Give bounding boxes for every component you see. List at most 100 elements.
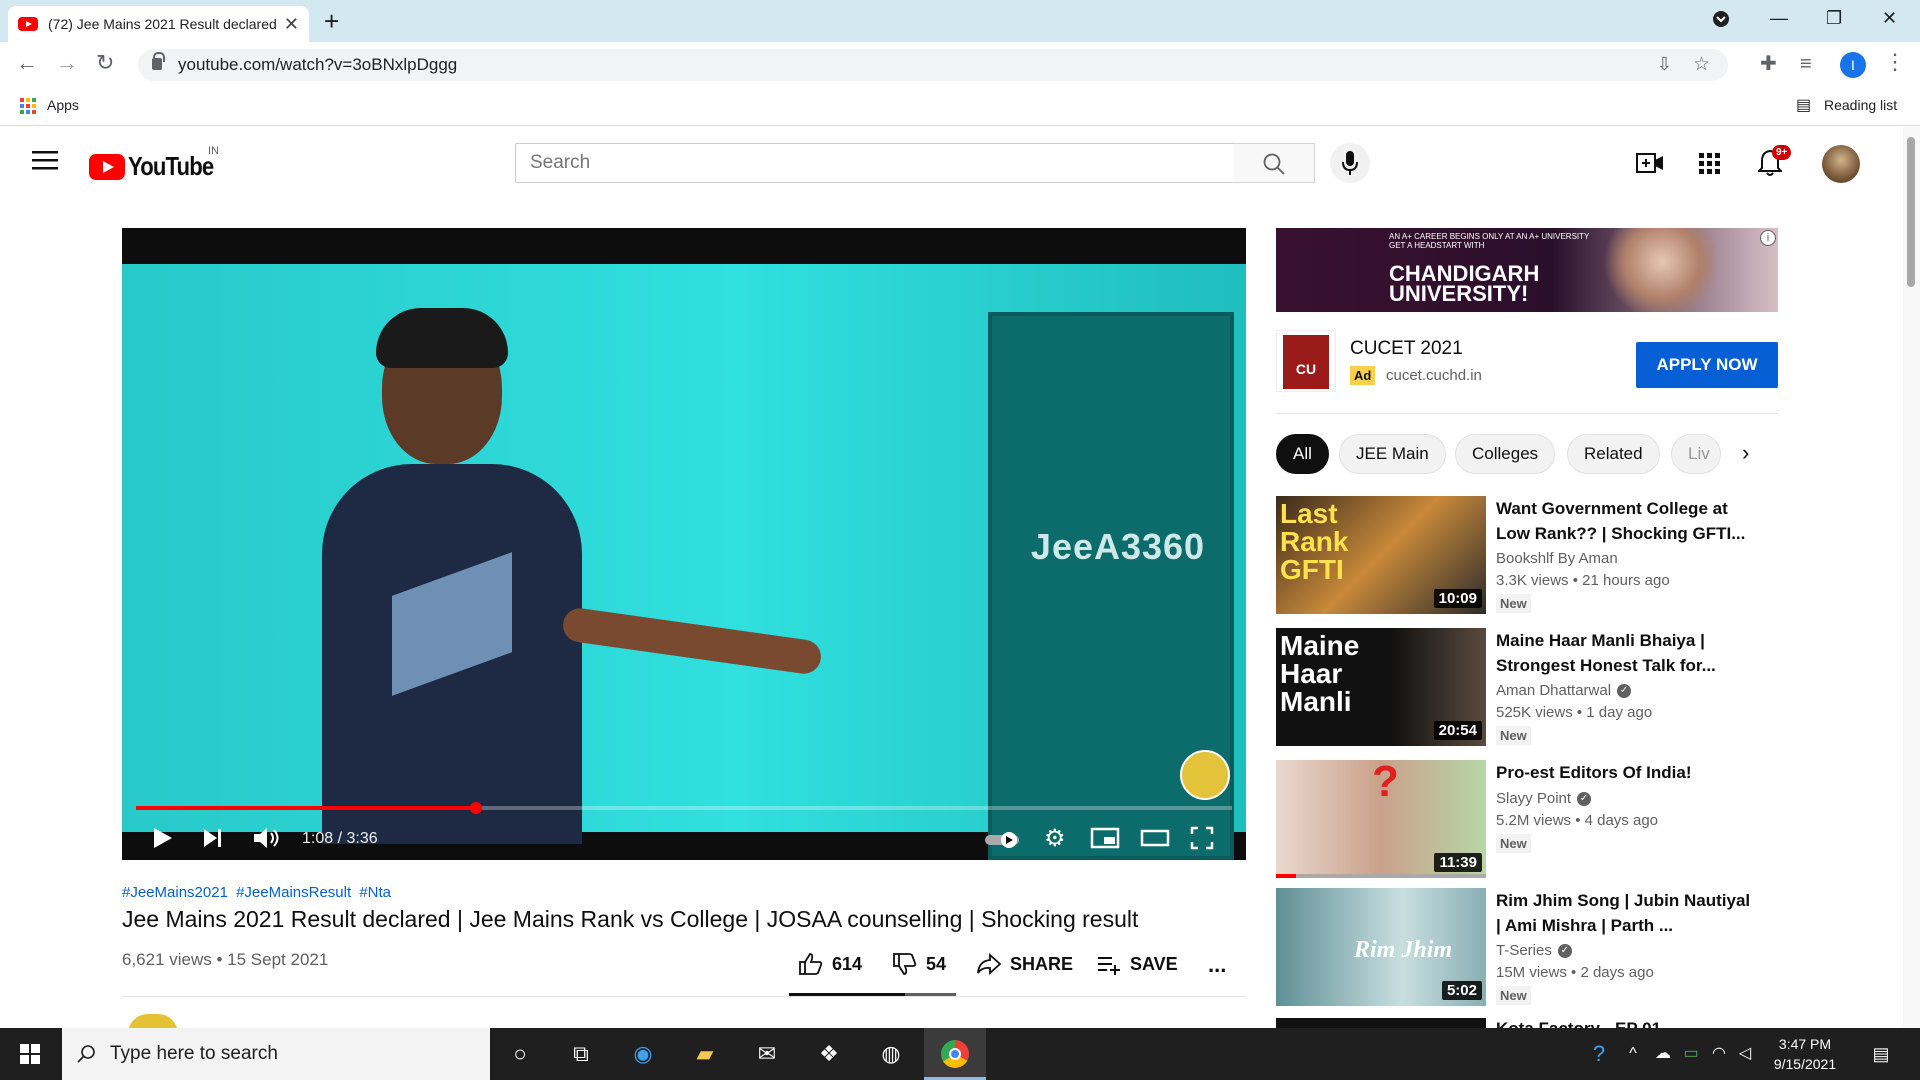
next-icon[interactable] xyxy=(202,826,224,856)
chip-all[interactable]: All xyxy=(1276,434,1329,474)
back-arrow-icon[interactable]: ← xyxy=(16,52,38,74)
hamburger-menu-icon[interactable] xyxy=(32,149,58,176)
chrome-taskbar-button[interactable] xyxy=(924,1028,986,1080)
tab-search-icon[interactable] xyxy=(1712,10,1730,33)
recommended-title[interactable]: Maine Haar Manli Bhaiya | Strongest Hone… xyxy=(1496,628,1756,678)
scrollbar-thumb[interactable] xyxy=(1907,137,1915,287)
hashtag-link[interactable]: #JeeMainsResult xyxy=(236,884,351,901)
ad-banner[interactable]: AN A+ CAREER BEGINS ONLY AT AN A+ UNIVER… xyxy=(1276,228,1778,312)
user-avatar[interactable] xyxy=(1822,145,1860,183)
advertiser-logo[interactable]: CU xyxy=(1276,330,1336,392)
apply-now-button[interactable]: APPLY NOW xyxy=(1636,342,1778,388)
recommended-title[interactable]: Kota Factory - EP 01 xyxy=(1496,1018,1756,1028)
recommended-video[interactable]: Maine Haar Manli 20:54 Maine Haar Manli … xyxy=(1276,628,1778,752)
video-thumbnail[interactable]: Last Rank GFTI 10:09 xyxy=(1276,496,1486,614)
share-button[interactable]: SHARE xyxy=(976,952,1073,976)
cortana-icon[interactable]: ○ xyxy=(505,1040,535,1068)
app-icon[interactable]: ◍ xyxy=(876,1040,906,1068)
search-button[interactable] xyxy=(1234,143,1315,183)
channel-watermark[interactable] xyxy=(1180,750,1230,800)
miniplayer-icon[interactable] xyxy=(1090,826,1120,856)
channel-name[interactable]: Bookshlf By Aman xyxy=(1496,550,1618,567)
recommended-title[interactable]: Want Government College at Low Rank?? | … xyxy=(1496,496,1756,546)
recommended-title[interactable]: Rim Jhim Song | Jubin Nautiyal | Ami Mis… xyxy=(1496,888,1756,938)
new-tab-button[interactable]: + xyxy=(324,8,339,34)
play-icon[interactable] xyxy=(152,826,174,856)
maximize-icon[interactable]: ❐ xyxy=(1826,8,1842,29)
reading-list-label[interactable]: Reading list xyxy=(1824,97,1897,113)
system-clock[interactable]: 3:47 PM 9/15/2021 xyxy=(1760,1034,1850,1074)
save-button[interactable]: SAVE xyxy=(1096,952,1178,976)
ad-info-icon[interactable]: i xyxy=(1760,230,1776,246)
recommended-video[interactable]: Kota Factory - EP 01 xyxy=(1276,1018,1778,1028)
close-window-icon[interactable]: ✕ xyxy=(1882,8,1897,29)
recommended-video[interactable]: Rim Jhim 5:02 Rim Jhim Song | Jubin Naut… xyxy=(1276,888,1778,1012)
video-thumbnail[interactable]: ? 11:39 xyxy=(1276,760,1486,878)
recommended-title[interactable]: Pro-est Editors Of India! xyxy=(1496,760,1756,785)
hashtag-link[interactable]: #Nta xyxy=(359,884,391,901)
speaker-icon[interactable]: ◁ xyxy=(1730,1040,1760,1068)
chip-colleges[interactable]: Colleges xyxy=(1455,434,1556,474)
onedrive-icon[interactable]: ☁ xyxy=(1648,1040,1678,1068)
channel-name[interactable]: Slayy Point ✓ xyxy=(1496,790,1592,807)
create-video-icon[interactable] xyxy=(1636,151,1664,180)
theater-mode-icon[interactable] xyxy=(1140,826,1170,856)
apps-link[interactable]: Apps xyxy=(47,97,79,113)
ad-title[interactable]: CUCET 2021 xyxy=(1350,338,1463,360)
browser-tab[interactable]: (72) Jee Mains 2021 Result declared | Je… xyxy=(8,6,309,42)
video-player[interactable]: JeeA3360 1:08 / 3:36 ⚙ xyxy=(122,228,1246,860)
windows-start-icon[interactable] xyxy=(20,1044,40,1064)
taskbar-search-box[interactable]: Type here to search xyxy=(62,1028,490,1080)
task-view-icon[interactable]: ⧉ xyxy=(566,1040,596,1068)
extensions-icon[interactable]: ✚ xyxy=(1760,53,1777,75)
install-icon[interactable]: ⇩ xyxy=(1657,54,1672,75)
hashtag-link[interactable]: #JeeMains2021 xyxy=(122,884,228,901)
presenter-arm xyxy=(560,606,824,676)
voice-search-button[interactable] xyxy=(1330,143,1370,183)
volume-icon[interactable] xyxy=(252,826,282,856)
file-explorer-icon[interactable]: ▰ xyxy=(690,1040,720,1068)
progress-bar[interactable] xyxy=(136,802,1232,814)
chrome-menu-icon[interactable]: ⋮ xyxy=(1884,51,1906,73)
reload-icon[interactable]: ↻ xyxy=(96,52,114,74)
show-hidden-icons-chevron-icon[interactable]: ^ xyxy=(1618,1040,1648,1068)
page-scrollbar[interactable] xyxy=(1903,127,1920,1027)
video-thumbnail[interactable]: Maine Haar Manli 20:54 xyxy=(1276,628,1486,746)
channel-name[interactable]: Aman Dhattarwal ✓ xyxy=(1496,682,1632,699)
minimize-icon[interactable]: — xyxy=(1770,8,1788,29)
chip-live[interactable]: Liv xyxy=(1671,434,1721,474)
close-tab-icon[interactable]: ✕ xyxy=(284,14,299,35)
search-input[interactable] xyxy=(515,143,1235,183)
settings-gear-icon[interactable]: ⚙ xyxy=(1044,826,1066,852)
like-button[interactable]: 614 xyxy=(798,952,862,976)
apps-grid-icon[interactable] xyxy=(20,98,36,114)
recommended-video[interactable]: Last Rank GFTI 10:09 Want Government Col… xyxy=(1276,496,1778,620)
apps-icon[interactable] xyxy=(1699,153,1720,174)
autoplay-toggle[interactable] xyxy=(984,830,1020,856)
fullscreen-icon[interactable] xyxy=(1190,826,1214,856)
dislike-button[interactable]: 54 xyxy=(892,952,946,976)
more-actions-icon[interactable]: ... xyxy=(1208,952,1226,978)
mail-icon[interactable]: ✉ xyxy=(752,1040,782,1068)
bookmark-star-icon[interactable]: ☆ xyxy=(1693,53,1710,76)
chip-jee-main[interactable]: JEE Main xyxy=(1339,434,1446,474)
address-bar[interactable]: youtube.com/watch?v=3oBNxlpDggg ⇩ ☆ xyxy=(138,49,1728,81)
recommended-video[interactable]: ? 11:39 Pro-est Editors Of India! Slayy … xyxy=(1276,760,1778,884)
profile-avatar[interactable]: I xyxy=(1840,52,1866,78)
edge-browser-icon[interactable]: ◉ xyxy=(628,1040,658,1068)
chip-related[interactable]: Related xyxy=(1567,434,1660,474)
video-thumbnail[interactable]: Rim Jhim 5:02 xyxy=(1276,888,1486,1006)
media-queue-icon[interactable]: ≡ xyxy=(1800,53,1812,75)
forward-arrow-icon[interactable]: → xyxy=(56,52,78,74)
help-icon[interactable]: ? xyxy=(1584,1040,1614,1068)
channel-name[interactable]: T-Series ✓ xyxy=(1496,942,1572,959)
youtube-header: YouTube IN 9+ xyxy=(0,127,1920,199)
reading-list-icon[interactable]: ▤ xyxy=(1796,95,1811,115)
video-thumbnail[interactable] xyxy=(1276,1018,1486,1028)
battery-icon[interactable]: ▭ xyxy=(1676,1040,1706,1068)
hashtags: #JeeMains2021 #JeeMainsResult #Nta xyxy=(122,884,395,901)
scrubber-handle[interactable] xyxy=(469,802,482,814)
dropbox-icon[interactable]: ❖ xyxy=(814,1040,844,1068)
action-center-icon[interactable]: ▤ xyxy=(1866,1040,1896,1068)
chips-next-chevron-icon[interactable]: › xyxy=(1742,440,1749,466)
